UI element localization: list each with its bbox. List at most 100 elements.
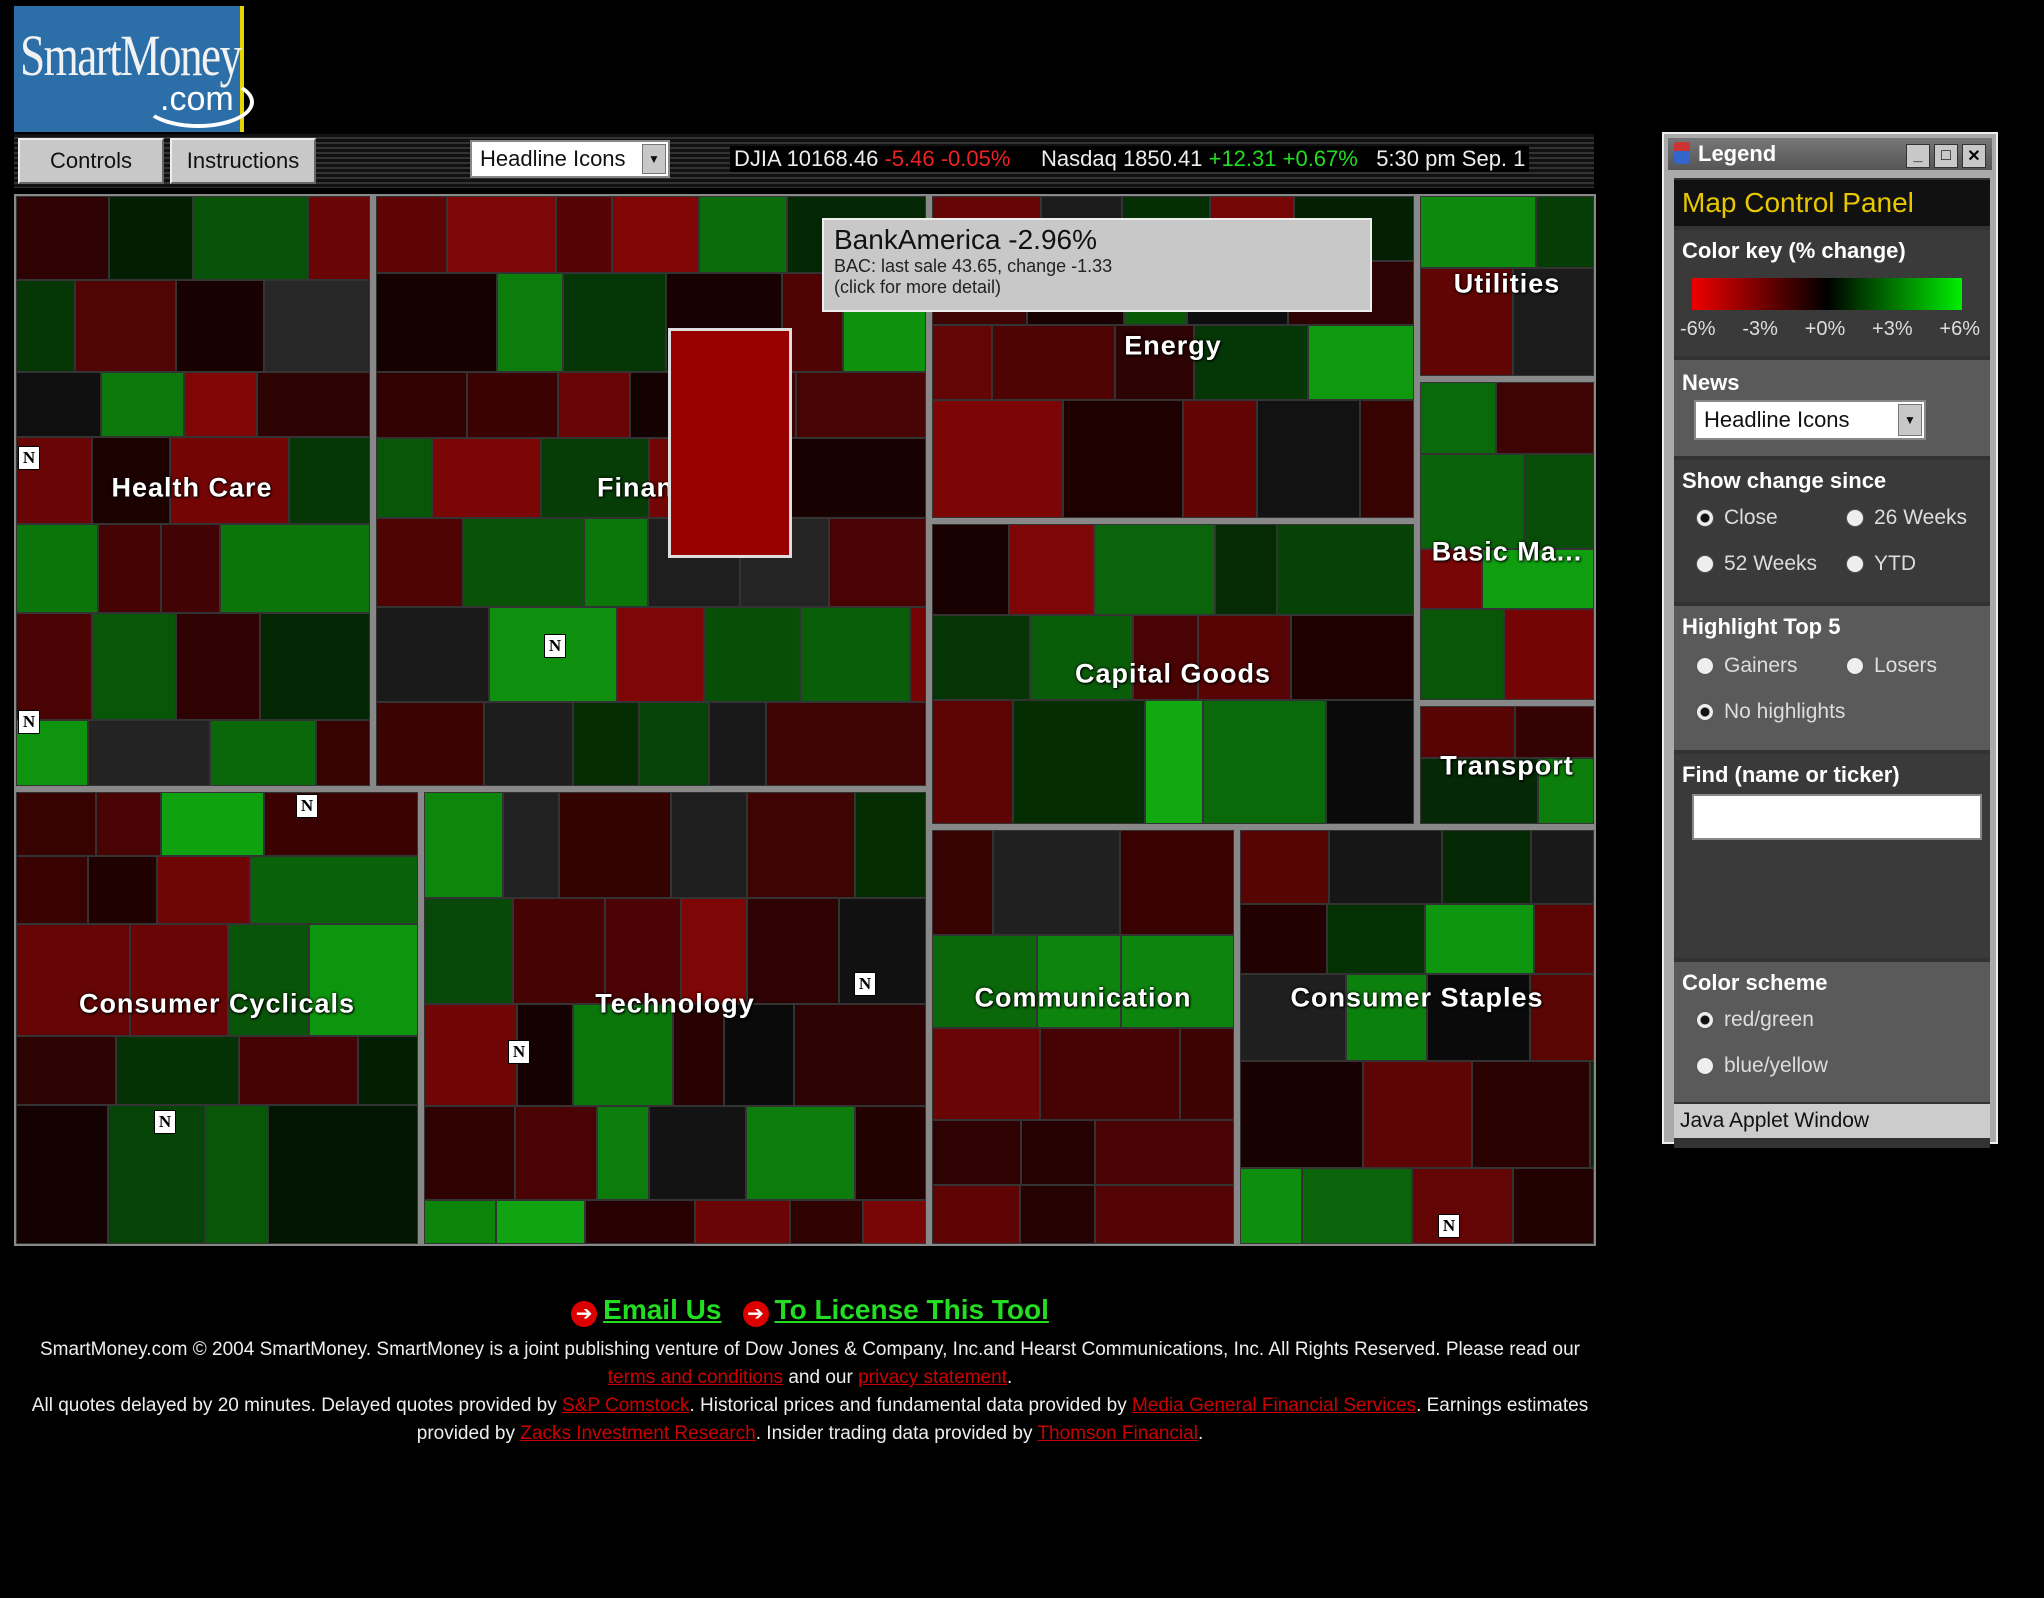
radio-no-highlights[interactable]: No highlights	[1696, 700, 1845, 724]
stock-cell[interactable]	[585, 1200, 695, 1244]
stock-cell[interactable]	[1360, 400, 1414, 518]
stock-cell[interactable]	[1412, 1168, 1513, 1244]
maximize-icon[interactable]: □	[1934, 144, 1958, 168]
sp-comstock-link[interactable]: S&P Comstock	[562, 1395, 689, 1416]
stock-cell[interactable]	[161, 792, 264, 856]
stock-cell[interactable]	[264, 280, 370, 372]
media-general-link[interactable]: Media General Financial Services	[1132, 1395, 1416, 1416]
stock-cell[interactable]	[289, 437, 370, 524]
stock-cell[interactable]	[597, 1106, 649, 1200]
radio-26-weeks[interactable]: 26 Weeks	[1846, 506, 1967, 530]
stock-cell[interactable]	[176, 613, 260, 720]
stock-cell[interactable]	[1215, 524, 1277, 615]
stock-cell[interactable]	[1257, 400, 1360, 518]
stock-cell[interactable]	[96, 792, 161, 856]
stock-cell[interactable]	[766, 702, 926, 786]
stock-cell[interactable]	[932, 935, 1037, 1028]
stock-cell[interactable]	[932, 615, 1030, 700]
stock-cell[interactable]	[1425, 904, 1534, 974]
sector-capital-goods[interactable]: Capital Goods	[932, 524, 1414, 824]
stock-cell[interactable]	[16, 372, 101, 437]
stock-cell[interactable]	[556, 196, 612, 273]
radio-blue-yellow[interactable]: blue/yellow	[1696, 1054, 1828, 1078]
stock-cell[interactable]	[932, 400, 1063, 518]
stock-cell[interactable]	[316, 720, 370, 786]
stock-cell[interactable]	[563, 273, 666, 372]
stock-cell[interactable]	[1524, 454, 1594, 549]
controls-button[interactable]: Controls	[18, 138, 164, 184]
stock-cell[interactable]	[1590, 1061, 1594, 1168]
stock-cell[interactable]	[98, 524, 161, 613]
stock-cell[interactable]	[709, 702, 766, 786]
stock-cell[interactable]	[205, 1105, 268, 1244]
stock-cell[interactable]	[671, 792, 747, 898]
stock-cell[interactable]	[1536, 196, 1594, 268]
sector-transport[interactable]: Transport	[1420, 706, 1594, 824]
stock-cell[interactable]	[220, 524, 370, 613]
stock-cell[interactable]	[308, 196, 370, 280]
stock-cell[interactable]	[1420, 454, 1524, 549]
highlighted-stock-cell[interactable]	[668, 328, 792, 558]
stock-cell[interactable]	[839, 898, 926, 1004]
stock-cell[interactable]	[855, 1106, 926, 1200]
stock-cell[interactable]	[1095, 1120, 1234, 1185]
news-icon[interactable]: N	[508, 1040, 530, 1064]
stock-cell[interactable]	[649, 1106, 746, 1200]
stock-cell[interactable]	[1420, 196, 1536, 268]
stock-cell[interactable]	[358, 1036, 418, 1105]
stock-cell[interactable]	[116, 1036, 239, 1105]
stock-cell[interactable]	[484, 702, 573, 786]
stock-cell[interactable]	[790, 1200, 863, 1244]
stock-cell[interactable]	[1240, 1061, 1363, 1168]
stock-cell[interactable]	[617, 607, 704, 702]
stock-cell[interactable]	[800, 607, 910, 702]
news-icon[interactable]: N	[18, 446, 40, 470]
stock-cell[interactable]	[584, 518, 648, 607]
sector-technology[interactable]: Technology	[424, 792, 926, 1244]
stock-cell[interactable]	[746, 1106, 855, 1200]
stock-cell[interactable]	[791, 438, 926, 518]
stock-cell[interactable]	[250, 856, 418, 924]
stock-cell[interactable]	[376, 372, 467, 438]
stock-cell[interactable]	[184, 372, 257, 437]
stock-cell[interactable]	[513, 898, 605, 1004]
stock-cell[interactable]	[467, 372, 558, 438]
stock-cell[interactable]	[1095, 1185, 1234, 1244]
legend-news-select[interactable]: Headline Icons ▼	[1694, 400, 1926, 440]
chevron-down-icon[interactable]: ▼	[1898, 404, 1922, 436]
stock-cell[interactable]	[376, 273, 497, 372]
stock-cell[interactable]	[1363, 1061, 1472, 1168]
stock-cell[interactable]	[432, 438, 541, 518]
license-tool-link[interactable]: To License This Tool	[775, 1294, 1049, 1325]
stock-cell[interactable]	[376, 438, 432, 518]
stock-cell[interactable]	[1013, 700, 1145, 824]
radio-close[interactable]: Close	[1696, 506, 1778, 530]
stock-cell[interactable]	[1472, 1061, 1590, 1168]
stock-cell[interactable]	[260, 613, 370, 720]
stock-cell[interactable]	[1496, 382, 1594, 454]
stock-cell[interactable]	[16, 792, 96, 856]
stock-cell[interactable]	[1021, 1120, 1095, 1185]
radio-52-weeks[interactable]: 52 Weeks	[1696, 552, 1817, 576]
stock-cell[interactable]	[161, 524, 220, 613]
news-icon[interactable]: N	[18, 710, 40, 734]
market-treemap[interactable]: Health Care Financial Energy Utilities Basic…	[14, 194, 1596, 1246]
stock-cell[interactable]	[992, 325, 1115, 400]
news-select[interactable]: Headline Icons ▼	[470, 140, 670, 178]
stock-cell[interactable]	[497, 273, 563, 372]
stock-cell[interactable]	[863, 1200, 926, 1244]
stock-cell[interactable]	[1291, 615, 1414, 700]
chevron-down-icon[interactable]: ▼	[642, 144, 666, 174]
stock-cell[interactable]	[424, 792, 503, 898]
stock-cell[interactable]	[932, 524, 1009, 615]
radio-ytd[interactable]: YTD	[1846, 552, 1916, 576]
stock-cell[interactable]	[1180, 1028, 1234, 1120]
stock-cell[interactable]	[794, 1004, 926, 1106]
stock-cell[interactable]	[559, 792, 671, 898]
stock-cell[interactable]	[16, 856, 88, 924]
stock-cell[interactable]	[573, 702, 639, 786]
thomson-link[interactable]: Thomson Financial	[1037, 1423, 1198, 1444]
stock-cell[interactable]	[1037, 935, 1121, 1028]
stock-cell[interactable]	[1063, 400, 1183, 518]
stock-cell[interactable]	[1120, 830, 1234, 935]
